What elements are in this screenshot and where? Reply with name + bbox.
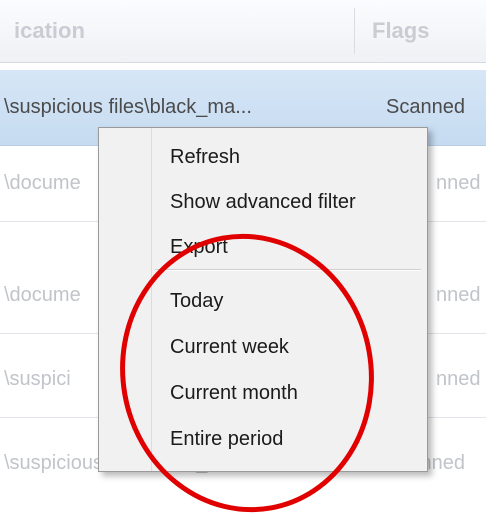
table-header: ication Flags — [0, 0, 486, 63]
menu-item-entire-period[interactable]: Entire period — [170, 419, 283, 459]
menu-item-export[interactable]: Export — [170, 227, 228, 267]
screenshot-stage: ication Flags \suspicious files\black_ma… — [0, 0, 486, 521]
menu-item-refresh[interactable]: Refresh — [170, 137, 240, 177]
context-menu: Refresh Show advanced filter Export Toda… — [98, 127, 428, 472]
flags-cell: nned — [436, 172, 481, 194]
flags-cell: nned — [436, 368, 481, 390]
column-header-flags[interactable]: Flags — [372, 0, 486, 62]
column-header-location[interactable]: ication — [0, 0, 352, 62]
menu-item-today[interactable]: Today — [170, 281, 223, 321]
menu-item-current-week[interactable]: Current week — [170, 327, 289, 367]
menu-item-current-month[interactable]: Current month — [170, 373, 298, 413]
column-divider[interactable] — [354, 8, 355, 54]
menu-separator — [155, 269, 421, 271]
menu-icon-gutter — [99, 128, 152, 471]
menu-item-show-advanced-filter[interactable]: Show advanced filter — [170, 182, 356, 222]
flags-cell: nned — [436, 284, 481, 306]
